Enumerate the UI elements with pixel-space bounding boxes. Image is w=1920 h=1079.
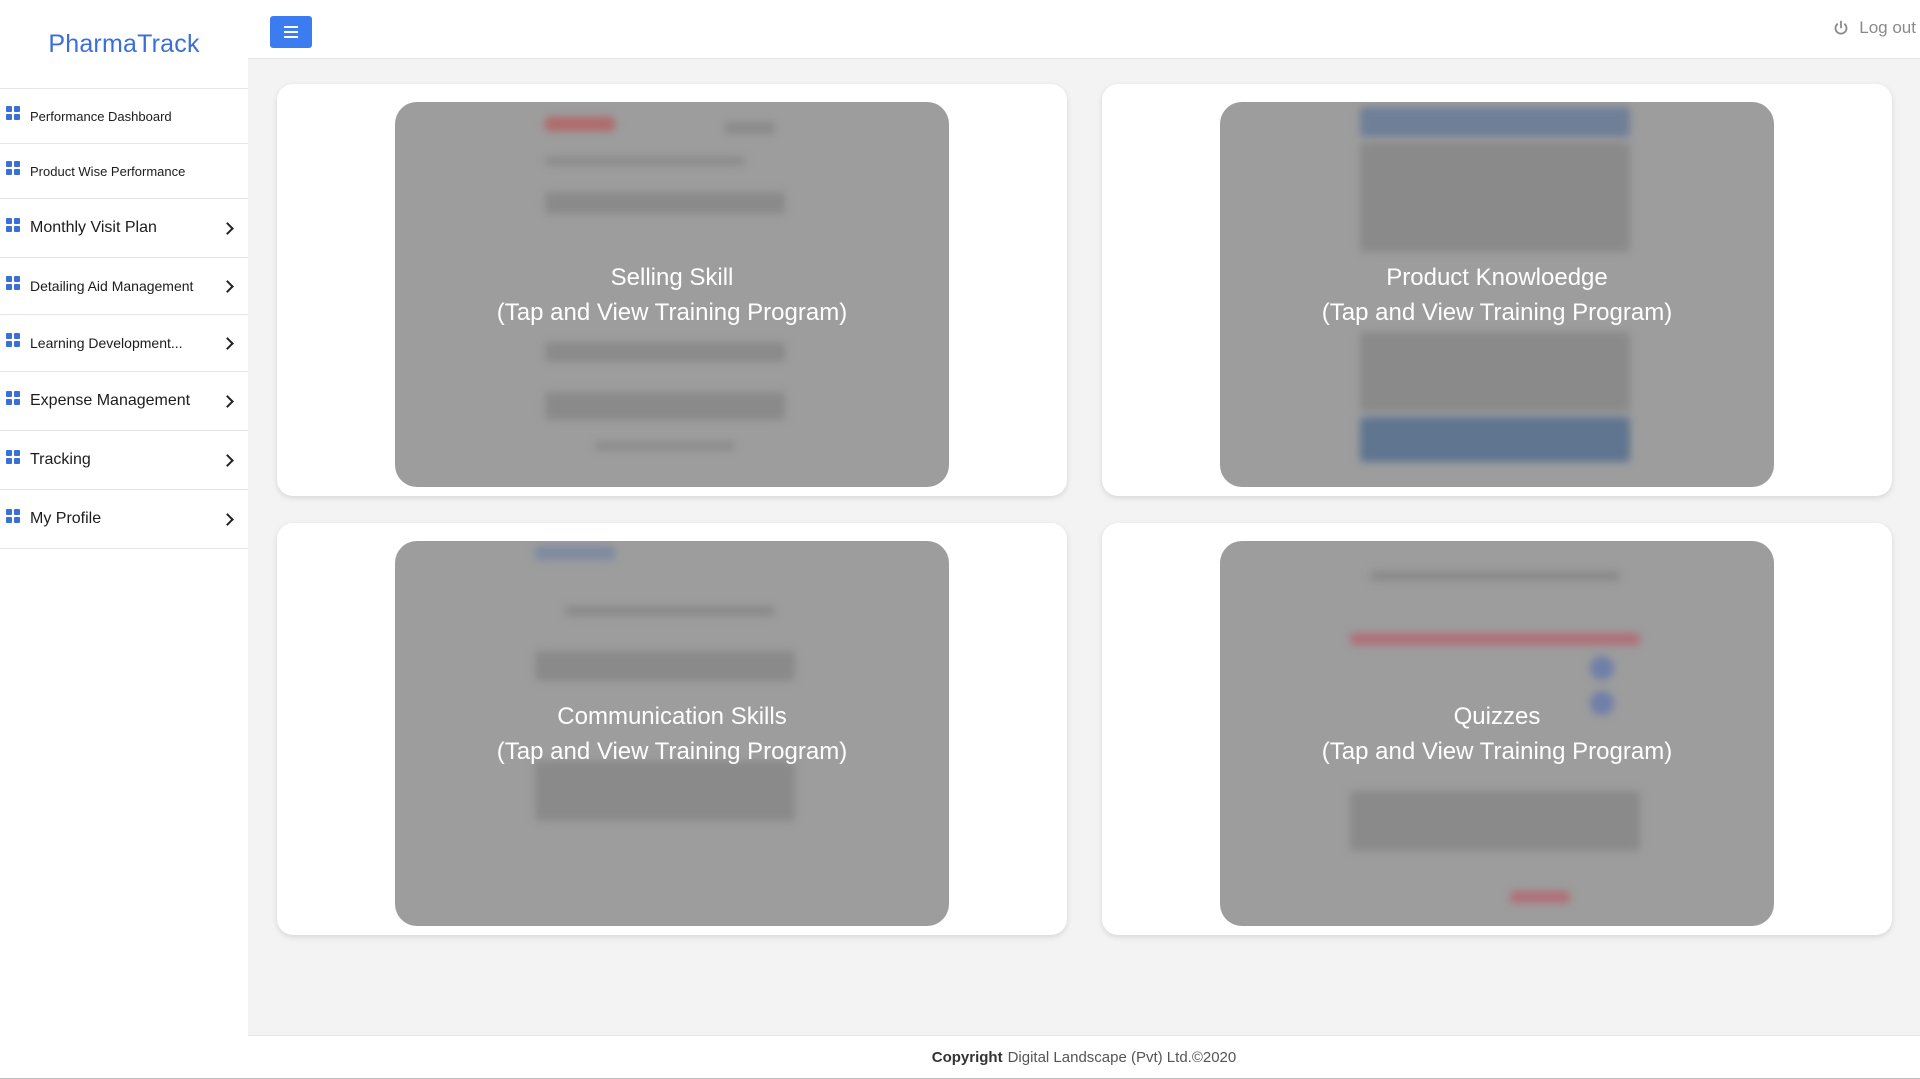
- training-card-text: Product Knowloedge (Tap and View Trainin…: [1220, 102, 1774, 487]
- sidebar-item-label: Performance Dashboard: [30, 108, 172, 124]
- sidebar-item-label: Detailing Aid Management: [30, 278, 194, 294]
- training-card-product-knowledge: Product Knowloedge (Tap and View Trainin…: [1102, 84, 1892, 496]
- training-card-text: Communication Skills (Tap and View Train…: [395, 541, 949, 926]
- training-card-title: Product Knowloedge: [1386, 263, 1608, 291]
- chevron-right-icon: [222, 394, 236, 408]
- sidebar-item-monthly-visit-plan[interactable]: Monthly Visit Plan: [0, 199, 248, 258]
- training-card-subtitle: (Tap and View Training Program): [1321, 737, 1673, 765]
- grid-icon: [6, 450, 20, 464]
- training-thumbnail[interactable]: Communication Skills (Tap and View Train…: [395, 541, 949, 926]
- training-thumbnail[interactable]: Product Knowloedge (Tap and View Trainin…: [1220, 102, 1774, 487]
- copyright-company: Digital Landscape (Pvt) Ltd.©2020: [1007, 1049, 1237, 1066]
- grid-icon: [6, 276, 20, 290]
- training-card-text: Quizzes (Tap and View Training Program): [1220, 541, 1774, 926]
- training-card-subtitle: (Tap and View Training Program): [496, 298, 848, 326]
- logout-button[interactable]: Log out: [1833, 18, 1916, 38]
- power-icon: [1834, 20, 1848, 35]
- chevron-right-icon: [222, 453, 236, 467]
- training-card-selling-skill: Selling Skill (Tap and View Training Pro…: [277, 84, 1067, 496]
- training-card-subtitle: (Tap and View Training Program): [1321, 298, 1673, 326]
- sidebar-item-product-wise-performance[interactable]: Product Wise Performance: [0, 144, 248, 199]
- training-card-subtitle: (Tap and View Training Program): [496, 737, 848, 765]
- sidebar-item-tracking[interactable]: Tracking: [0, 431, 248, 490]
- sidebar-item-label: Expense Management: [30, 392, 191, 409]
- grid-icon: [6, 218, 20, 232]
- training-card-title: Selling Skill: [610, 263, 734, 291]
- training-card-quizzes: Quizzes (Tap and View Training Program): [1102, 523, 1892, 935]
- grid-icon: [6, 509, 20, 523]
- sidebar: PharmaTrack Performance Dashboard Produc…: [0, 0, 248, 1079]
- sidebar-item-label: Learning Development...: [30, 335, 183, 351]
- chevron-right-icon: [222, 512, 236, 526]
- chevron-right-icon: [222, 221, 236, 235]
- grid-icon: [6, 161, 20, 175]
- training-card-title: Quizzes: [1453, 702, 1541, 730]
- sidebar-item-detailing-aid-management[interactable]: Detailing Aid Management: [0, 258, 248, 315]
- chevron-right-icon: [222, 279, 236, 293]
- sidebar-item-label: My Profile: [30, 510, 102, 527]
- sidebar-item-label: Tracking: [30, 451, 91, 468]
- sidebar-item-label: Product Wise Performance: [30, 163, 186, 179]
- copyright-label: Copyright: [931, 1049, 1003, 1066]
- grid-icon: [6, 391, 20, 405]
- chevron-right-icon: [222, 336, 236, 350]
- logout-label: Log out: [1859, 18, 1916, 37]
- training-thumbnail[interactable]: Selling Skill (Tap and View Training Pro…: [395, 102, 949, 487]
- sidebar-item-learning-development[interactable]: Learning Development...: [0, 315, 248, 372]
- training-thumbnail[interactable]: Quizzes (Tap and View Training Program): [1220, 541, 1774, 926]
- grid-icon: [6, 106, 20, 120]
- brand-logo[interactable]: PharmaTrack: [0, 0, 248, 88]
- footer: Copyright Digital Landscape (Pvt) Ltd.©2…: [248, 1035, 1920, 1079]
- sidebar-nav: Performance Dashboard Product Wise Perfo…: [0, 88, 248, 549]
- sidebar-item-expense-management[interactable]: Expense Management: [0, 372, 248, 431]
- topbar: Log out: [248, 0, 1920, 59]
- menu-toggle-button[interactable]: [270, 16, 312, 48]
- training-card-communication-skills: Communication Skills (Tap and View Train…: [277, 523, 1067, 935]
- sidebar-item-my-profile[interactable]: My Profile: [0, 490, 248, 549]
- training-card-title: Communication Skills: [557, 702, 787, 730]
- training-card-text: Selling Skill (Tap and View Training Pro…: [395, 102, 949, 487]
- sidebar-item-label: Monthly Visit Plan: [30, 219, 157, 236]
- sidebar-item-performance-dashboard[interactable]: Performance Dashboard: [0, 89, 248, 144]
- grid-icon: [6, 333, 20, 347]
